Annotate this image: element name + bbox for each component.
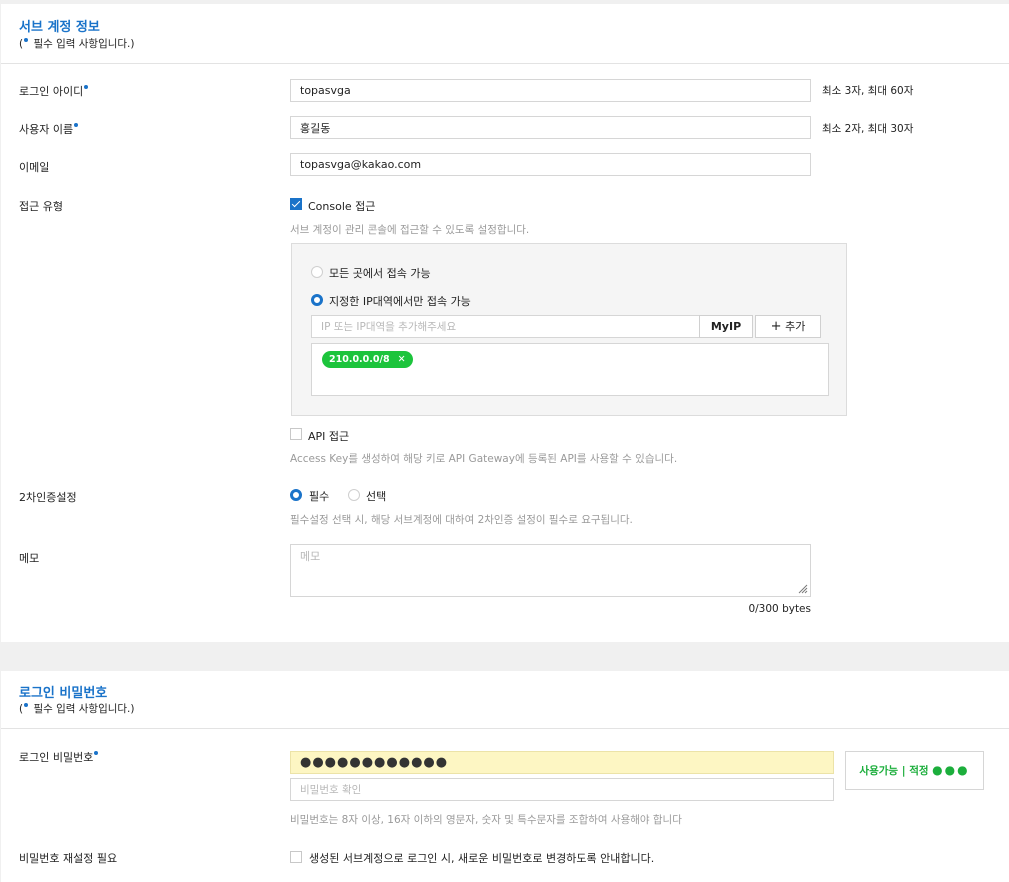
password-input[interactable]: ●●●●●●●●●●●● [290, 751, 834, 774]
api-access-checkbox[interactable] [290, 428, 302, 440]
two-factor-optional-label: 선택 [366, 490, 387, 503]
two-factor-hint: 필수설정 선택 시, 해당 서브계정에 대하여 2차인증 설정이 필수로 요구됩… [290, 514, 633, 526]
required-dot-icon [74, 123, 79, 127]
remove-tag-icon[interactable]: ✕ [398, 354, 406, 365]
section-title-login-password: 로그인 비밀번호 [19, 686, 108, 701]
login-id-input[interactable] [290, 79, 811, 102]
required-note: ( 필수 입력 사항입니다.) [19, 38, 135, 50]
password-rule-hint: 비밀번호는 8자 이상, 16자 이하의 영문자, 숫자 및 특수문자를 조합하… [290, 814, 682, 826]
memo-byte-counter: 0/300 bytes [748, 603, 811, 615]
required-dot-icon [84, 85, 89, 89]
two-factor-required-label: 필수 [309, 490, 330, 503]
two-factor-required-radio[interactable] [290, 489, 302, 501]
section-divider [1, 728, 1009, 729]
ip-tag-list: 210.0.0.0/8 ✕ [311, 343, 829, 396]
password-reset-label: 비밀번호 재설정 필요 [19, 852, 118, 865]
api-access-label: API 접근 [308, 430, 350, 443]
sub-account-card: 서브 계정 정보 ( 필수 입력 사항입니다.) 로그인 아이디 최소 3자, … [1, 4, 1009, 642]
plus-icon: + [770, 319, 782, 334]
section-title-sub-account: 서브 계정 정보 [19, 20, 100, 35]
required-dot-icon [24, 38, 29, 42]
console-access-label: Console 접근 [308, 200, 376, 213]
email-label: 이메일 [19, 161, 50, 174]
user-name-length-note: 최소 2자, 최대 30자 [822, 123, 914, 135]
resize-grip-icon[interactable] [798, 584, 808, 594]
login-password-card: 로그인 비밀번호 ( 필수 입력 사항입니다.) 로그인 비밀번호 ●●●●●●… [1, 671, 1009, 882]
section-divider [1, 63, 1009, 64]
required-dot-icon [94, 751, 99, 755]
password-confirm-input[interactable] [290, 778, 834, 801]
login-id-label: 로그인 아이디 [19, 83, 90, 99]
strength-dots-icon: ●●● [932, 763, 970, 777]
memo-label: 메모 [19, 552, 40, 565]
access-anywhere-radio[interactable] [311, 266, 323, 278]
access-ip-only-radio[interactable] [311, 294, 323, 306]
add-ip-button[interactable]: + 추가 [755, 315, 821, 338]
access-anywhere-label: 모든 곳에서 접속 가능 [329, 267, 431, 280]
password-strength-indicator: 사용가능 | 적정 ●●● [845, 751, 984, 790]
password-reset-checkbox[interactable] [290, 851, 302, 863]
console-access-checkbox[interactable] [290, 198, 302, 210]
user-name-label: 사용자 이름 [19, 121, 80, 137]
login-id-length-note: 최소 3자, 최대 60자 [822, 85, 914, 97]
console-access-hint: 서브 계정이 관리 콘솔에 접근할 수 있도록 설정합니다. [290, 224, 530, 236]
user-name-input[interactable] [290, 116, 811, 139]
two-factor-optional-radio[interactable] [348, 489, 360, 501]
memo-textarea[interactable] [290, 544, 811, 597]
ip-restriction-panel: 모든 곳에서 접속 가능 지정한 IP대역에서만 접속 가능 MyIP + 추가… [291, 243, 847, 416]
ip-range-input[interactable] [311, 315, 700, 338]
password-reset-option-label: 생성된 서브계정으로 로그인 시, 새로운 비밀번호로 변경하도록 안내합니다. [309, 852, 655, 865]
access-ip-only-label: 지정한 IP대역에서만 접속 가능 [329, 295, 471, 308]
email-input[interactable] [290, 153, 811, 176]
two-factor-label: 2차인증설정 [19, 491, 77, 504]
myip-button[interactable]: MyIP [699, 315, 753, 338]
access-type-label: 접근 유형 [19, 200, 63, 213]
ip-tag: 210.0.0.0/8 ✕ [322, 351, 413, 368]
required-dot-icon [24, 703, 29, 707]
password-label: 로그인 비밀번호 [19, 749, 100, 765]
api-access-hint: Access Key를 생성하여 해당 키로 API Gateway에 등록된 … [290, 453, 678, 465]
required-note: ( 필수 입력 사항입니다.) [19, 703, 135, 715]
